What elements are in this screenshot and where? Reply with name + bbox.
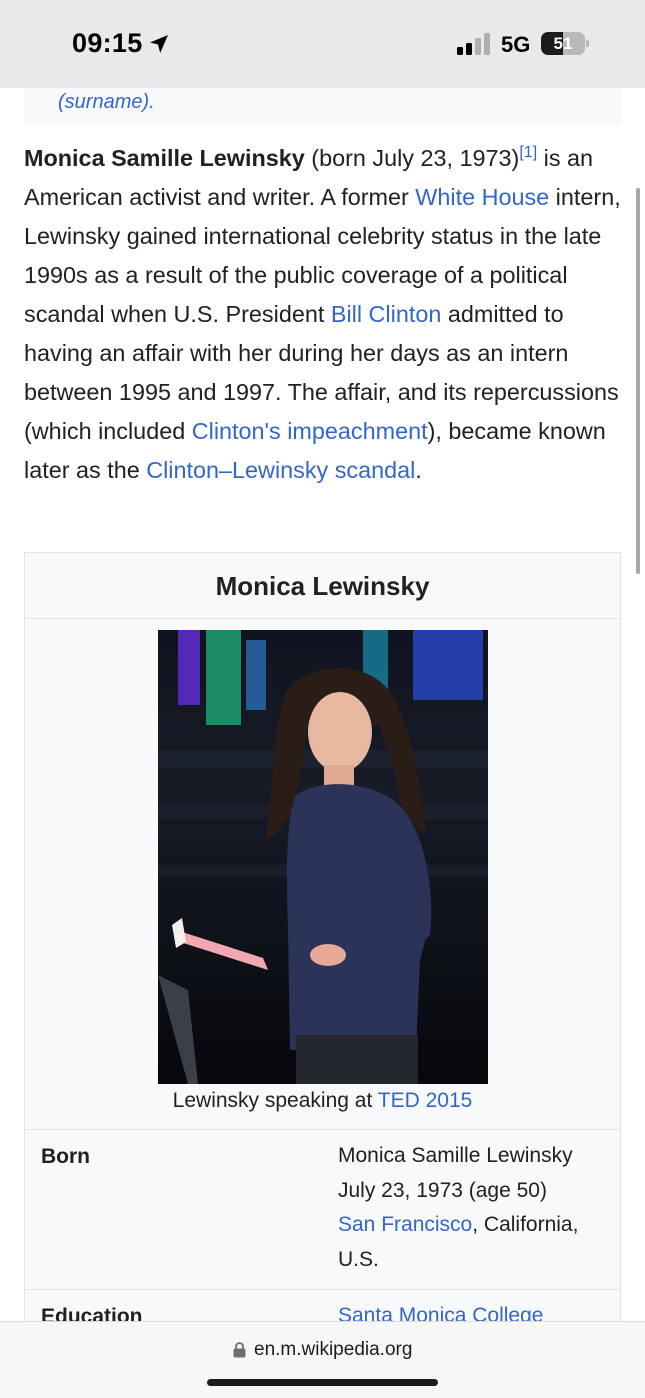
lead-text-6: . (415, 457, 422, 483)
scroll-indicator[interactable] (636, 188, 640, 574)
battery-level-text: 51 (553, 34, 573, 53)
reference-1[interactable]: [1] (519, 144, 537, 161)
infobox-divider (25, 1129, 620, 1130)
born-name: Monica Samille Lewinsky (338, 1144, 573, 1167)
network-type: 5G (501, 32, 531, 57)
status-time: 09:15 (72, 28, 143, 58)
link-clintons-impeachment[interactable]: Clinton's impeachment (192, 418, 428, 444)
photo-caption: Lewinsky speaking at TED 2015 (25, 1087, 620, 1115)
infobox: Monica Lewinsky Lewinsky speaking at TED… (24, 552, 621, 1328)
browser-address-bar[interactable]: en.m.wikipedia.org (0, 1321, 645, 1398)
cellular-signal-icon (457, 33, 490, 55)
link-clinton-lewinsky-scandal[interactable]: Clinton–Lewinsky scandal (146, 457, 415, 483)
link-white-house[interactable]: White House (415, 184, 549, 210)
status-bar: 09:15 5G 51 (0, 0, 645, 88)
portrait-image (158, 630, 488, 1084)
subject-name: Monica Samille Lewinsky (24, 145, 305, 171)
url-text[interactable]: en.m.wikipedia.org (254, 1339, 412, 1361)
battery-icon: 51 (541, 32, 589, 55)
caption-text: Lewinsky speaking at (172, 1089, 378, 1112)
home-indicator[interactable] (207, 1379, 438, 1386)
lead-paragraph: Monica Samille Lewinsky (born July 23, 1… (24, 139, 624, 490)
lock-icon (233, 1342, 246, 1358)
born-value: Monica Samille Lewinsky July 23, 1973 (a… (338, 1139, 613, 1277)
born-date: July 23, 1973 (age 50) (338, 1178, 547, 1202)
infobox-title: Monica Lewinsky (25, 553, 620, 619)
link-bill-clinton[interactable]: Bill Clinton (331, 301, 442, 327)
born-label: Born (41, 1145, 90, 1168)
born-place: San Francisco, California, U.S. (338, 1208, 613, 1277)
location-arrow-icon (150, 35, 168, 53)
infobox-divider (25, 1289, 620, 1290)
link-ted-2015[interactable]: TED 2015 (378, 1089, 473, 1112)
hatnote: (surname). (24, 88, 622, 126)
link-san-francisco[interactable]: San Francisco (338, 1213, 472, 1236)
portrait-photo[interactable] (158, 630, 488, 1084)
hatnote-link[interactable]: (surname). (58, 91, 155, 114)
lead-text-1: (born July 23, 1973) (304, 145, 520, 171)
